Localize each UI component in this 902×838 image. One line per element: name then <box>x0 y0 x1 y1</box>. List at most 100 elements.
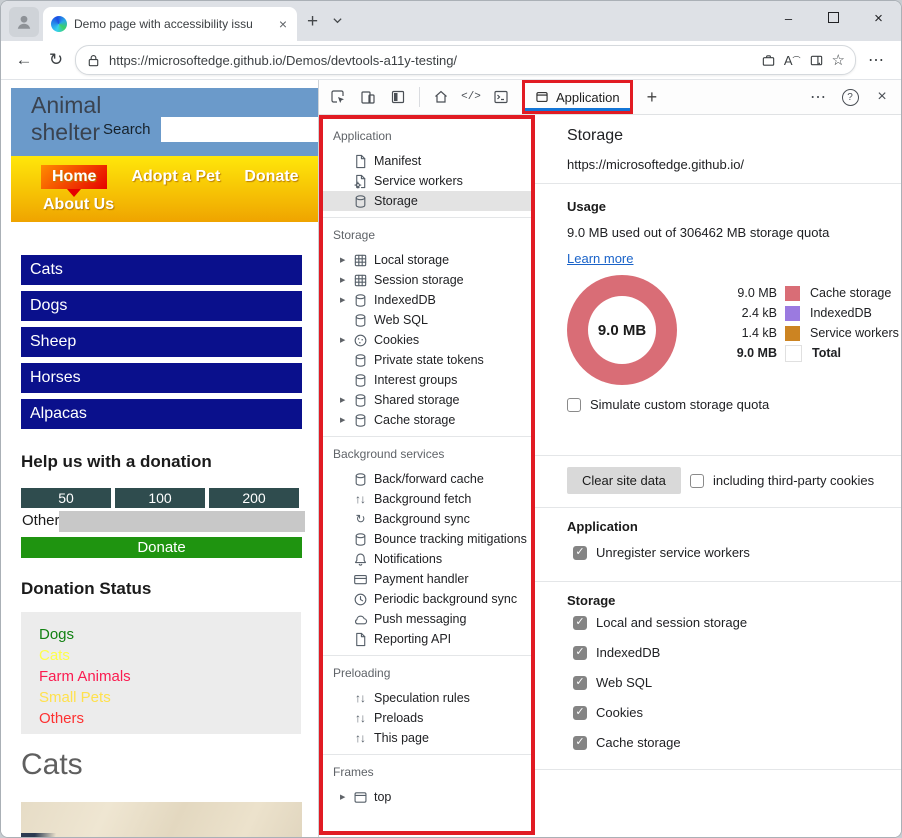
device-emulation-icon[interactable] <box>355 84 381 110</box>
tree-item-label: Web SQL <box>374 313 428 327</box>
profile-avatar[interactable] <box>9 7 39 37</box>
nav-link-home[interactable]: Home <box>41 165 107 189</box>
amount-button-100[interactable]: 100 <box>115 488 205 508</box>
checkbox-web-sql[interactable]: ✓ <box>573 676 587 690</box>
donate-button[interactable]: Donate <box>21 537 302 558</box>
nav-link-about-us[interactable]: About Us <box>43 196 114 214</box>
checkbox-cookies[interactable]: ✓ <box>573 706 587 720</box>
tree-item-session-storage[interactable]: ▶Session storage <box>323 270 531 290</box>
checkbox-cache-storage[interactable]: ✓ <box>573 736 587 750</box>
new-tab-button[interactable]: + <box>307 11 318 33</box>
tree-item-payment-handler[interactable]: Payment handler <box>323 569 531 589</box>
back-button[interactable]: ← <box>11 50 37 70</box>
tab-actions-chevron-icon[interactable] <box>332 13 343 31</box>
checkbox-local-and-session-storage[interactable]: ✓ <box>573 616 587 630</box>
tree-item-cache-storage[interactable]: ▶Cache storage <box>323 410 531 430</box>
tree-item-notifications[interactable]: Notifications <box>323 549 531 569</box>
tree-item-background-sync[interactable]: ↻Background sync <box>323 509 531 529</box>
checkbox-indexeddb[interactable]: ✓ <box>573 646 587 660</box>
tree-item-bounce-tracking-mitigations[interactable]: Bounce tracking mitigations <box>323 529 531 549</box>
tree-item-top[interactable]: ▶top <box>323 787 531 807</box>
animal-button-cats[interactable]: Cats <box>21 255 302 285</box>
devtools-close-button[interactable]: × <box>869 84 895 110</box>
tree-item-local-storage[interactable]: ▶Local storage <box>323 250 531 270</box>
expander-arrow-icon[interactable]: ▶ <box>340 336 352 344</box>
nav-link-donate[interactable]: Donate <box>244 168 298 186</box>
clear-site-data-button[interactable]: Clear site data <box>567 467 681 494</box>
expander-arrow-icon[interactable]: ▶ <box>340 276 352 284</box>
favorites-star-icon[interactable]: ☆ <box>832 51 845 69</box>
maximize-button[interactable] <box>811 11 856 26</box>
other-amount-input[interactable] <box>59 511 305 532</box>
expander-arrow-icon[interactable]: ▶ <box>340 256 352 264</box>
expander-arrow-icon[interactable]: ▶ <box>340 793 352 801</box>
devtools-help-icon[interactable]: ? <box>837 84 863 110</box>
animal-button-alpacas[interactable]: Alpacas <box>21 399 302 429</box>
tree-item-preloads[interactable]: ↑↓Preloads <box>323 708 531 728</box>
checkbox-unregister-service-workers[interactable]: ✓ <box>573 546 587 560</box>
animal-button-horses[interactable]: Horses <box>21 363 302 393</box>
third-party-checkbox[interactable] <box>690 474 704 488</box>
checkbox-row-web-sql: ✓Web SQL <box>573 675 652 690</box>
animal-button-dogs[interactable]: Dogs <box>21 291 302 321</box>
storage-pane-title: Storage <box>567 127 623 145</box>
tree-item-manifest[interactable]: Manifest <box>323 151 531 171</box>
url-text[interactable]: https://microsoftedge.github.io/Demos/de… <box>109 53 753 68</box>
nav-link-adopt-a-pet[interactable]: Adopt a Pet <box>131 168 220 186</box>
amount-button-50[interactable]: 50 <box>21 488 111 508</box>
tree-item-interest-groups[interactable]: Interest groups <box>323 370 531 390</box>
tree-item-label: Storage <box>374 194 418 208</box>
learn-more-link[interactable]: Learn more <box>567 251 633 266</box>
tree-item-shared-storage[interactable]: ▶Shared storage <box>323 390 531 410</box>
tree-item-private-state-tokens[interactable]: Private state tokens <box>323 350 531 370</box>
table-icon <box>352 272 368 288</box>
tree-item-speculation-rules[interactable]: ↑↓Speculation rules <box>323 688 531 708</box>
devtools-more-options[interactable]: ⋯ <box>805 84 831 110</box>
simulate-quota-checkbox[interactable] <box>567 398 581 412</box>
tree-item-service-workers[interactable]: Service workers <box>323 171 531 191</box>
tree-item-this-page[interactable]: ↑↓This page <box>323 728 531 748</box>
browser-settings-ellipsis[interactable]: ⋯ <box>862 50 891 70</box>
briefcase-icon[interactable] <box>761 53 776 68</box>
expander-arrow-icon[interactable]: ▶ <box>340 416 352 424</box>
close-window-button[interactable]: × <box>856 10 901 27</box>
toolbar-divider <box>419 87 420 107</box>
tree-item-back-forward-cache[interactable]: Back/forward cache <box>323 469 531 489</box>
tab-application[interactable]: Application <box>522 80 633 114</box>
tab-close-icon[interactable]: × <box>277 16 289 32</box>
person-icon <box>15 13 33 31</box>
split-screen-icon[interactable] <box>809 53 824 68</box>
tree-item-web-sql[interactable]: Web SQL <box>323 310 531 330</box>
tree-item-cookies[interactable]: ▶Cookies <box>323 330 531 350</box>
console-icon[interactable] <box>488 84 514 110</box>
tree-item-push-messaging[interactable]: Push messaging <box>323 609 531 629</box>
more-tabs-button[interactable]: + <box>637 87 668 108</box>
tree-item-label: Manifest <box>374 154 421 168</box>
elements-code-icon[interactable]: </> <box>458 84 484 110</box>
tree-item-periodic-background-sync[interactable]: Periodic background sync <box>323 589 531 609</box>
animal-button-sheep[interactable]: Sheep <box>21 327 302 357</box>
tree-item-background-fetch[interactable]: ↑↓Background fetch <box>323 489 531 509</box>
tree-item-label: Push messaging <box>374 612 466 626</box>
expander-arrow-icon[interactable]: ▶ <box>340 396 352 404</box>
browser-tab[interactable]: Demo page with accessibility issu × <box>43 7 297 41</box>
site-nav: HomeAdopt a PetDonateJobs About Us <box>11 156 318 222</box>
minimize-button[interactable]: – <box>766 11 811 26</box>
divider <box>535 507 901 508</box>
read-aloud-icon[interactable]: A⌒ <box>784 53 801 68</box>
inspect-element-icon[interactable] <box>325 84 351 110</box>
address-bar[interactable]: https://microsoftedge.github.io/Demos/de… <box>75 45 856 75</box>
refresh-button[interactable]: ↻ <box>43 50 69 70</box>
browser-toolbar: ← ↻ https://microsoftedge.github.io/Demo… <box>1 41 901 80</box>
welcome-home-icon[interactable] <box>428 84 454 110</box>
expander-arrow-icon[interactable]: ▶ <box>340 296 352 304</box>
tree-item-reporting-api[interactable]: Reporting API <box>323 629 531 649</box>
amount-button-200[interactable]: 200 <box>209 488 299 508</box>
dock-side-icon[interactable] <box>385 84 411 110</box>
updown-icon: ↑↓ <box>352 710 368 726</box>
tree-item-indexeddb[interactable]: ▶IndexedDB <box>323 290 531 310</box>
search-input[interactable] <box>161 117 318 142</box>
tree-item-storage[interactable]: Storage <box>323 191 531 211</box>
lock-icon[interactable] <box>86 53 101 68</box>
tab-strip: Demo page with accessibility issu × + – … <box>1 1 901 41</box>
